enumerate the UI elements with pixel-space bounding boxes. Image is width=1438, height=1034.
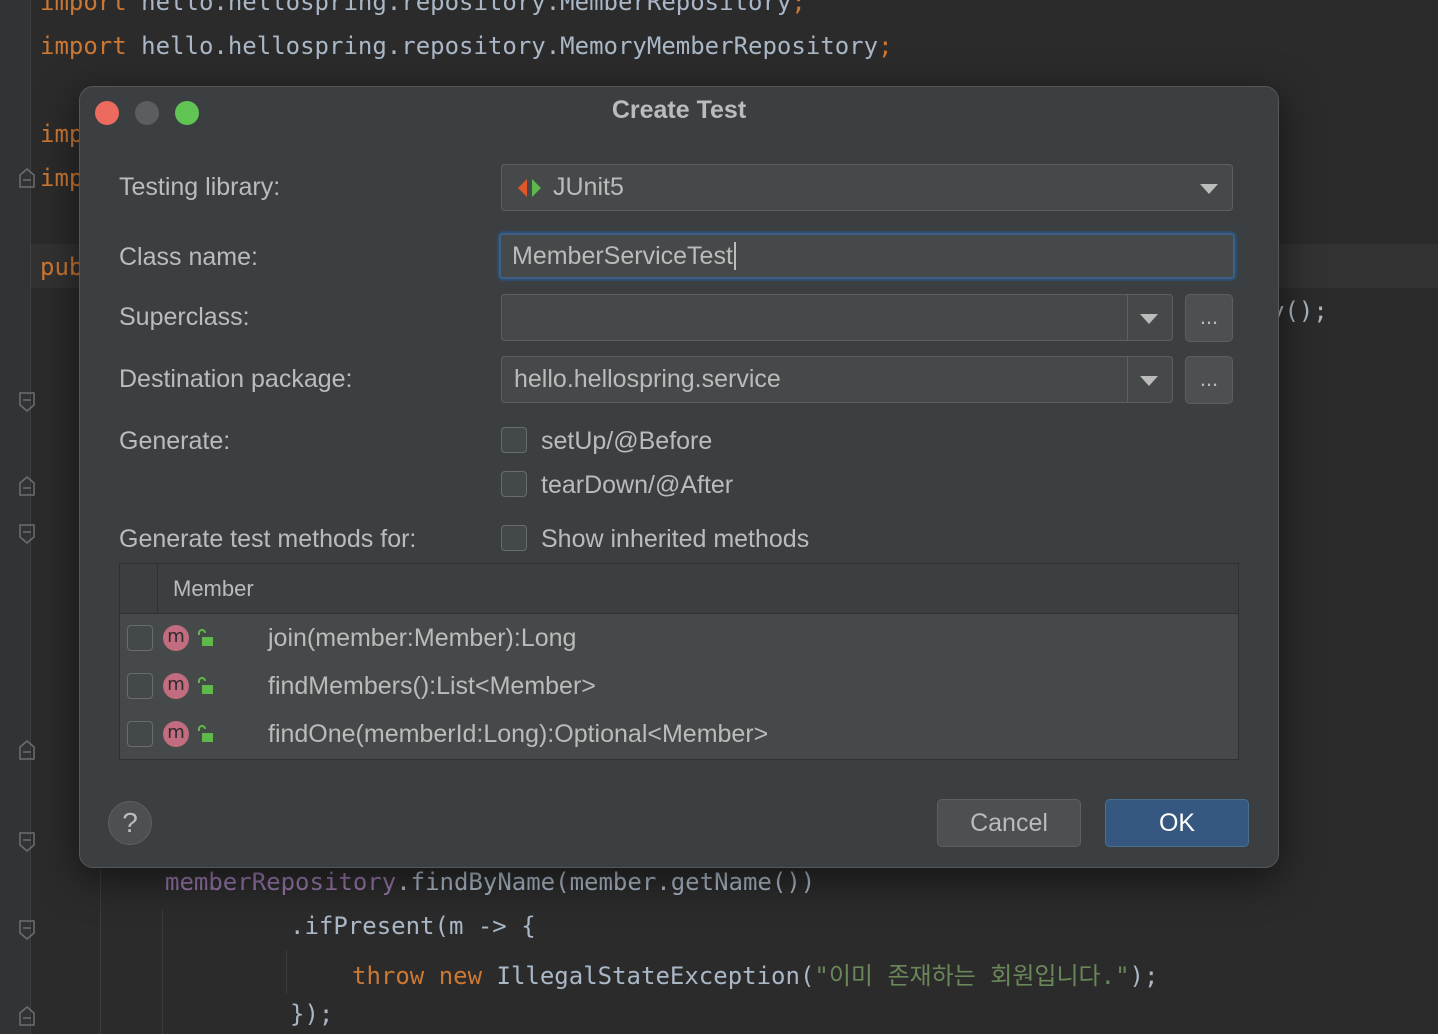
indent-guide [286,950,287,994]
gutter-divider [30,0,31,1034]
public-lock-icon [196,629,214,647]
text-caret [733,242,736,270]
method-icon: m [163,625,189,651]
fold-end-icon[interactable] [19,740,35,760]
public-lock-icon [196,725,214,743]
indent-guide [162,910,163,1034]
cancel-button[interactable]: Cancel [937,799,1081,847]
show-inherited-label[interactable]: Show inherited methods [541,525,809,554]
destination-package-combo[interactable]: hello.hellospring.service [501,356,1173,403]
table-row[interactable]: m findMembers():List<Member> [120,662,1238,710]
generate-label: Generate: [119,427,231,455]
code-line-close: }); [290,1000,334,1028]
code-line-import-3: imp [40,120,84,148]
class-name-value: MemberServiceTest [512,241,733,270]
class-name-input[interactable]: MemberServiceTest [499,233,1235,279]
method-icon: m [163,673,189,699]
code-line-import-1: import hello.hellospring.repository.Memb… [40,0,806,16]
fold-end-icon[interactable] [19,168,35,188]
fold-start-icon[interactable] [19,524,35,544]
code-line-import-2: import hello.hellospring.repository.Memo… [40,32,893,60]
combo-divider [1127,357,1128,402]
table-row[interactable]: m join(member:Member):Long [120,614,1238,662]
setup-checkbox-label[interactable]: setUp/@Before [541,427,712,456]
create-test-dialog: Create Test Testing library: JUnit5 Clas… [79,86,1279,868]
teardown-checkbox-label[interactable]: tearDown/@After [541,471,733,500]
fold-start-icon[interactable] [19,832,35,852]
method-signature: findOne(memberId:Long):Optional<Member> [268,719,769,748]
superclass-browse-button[interactable]: ... [1185,294,1233,342]
class-name-label: Class name: [119,243,258,271]
superclass-combo[interactable] [501,294,1173,341]
chevron-down-icon [1200,183,1218,194]
ok-button[interactable]: OK [1105,799,1249,847]
show-inherited-checkbox[interactable] [501,525,527,551]
table-header: Member [120,564,1238,614]
fold-end-icon[interactable] [19,1006,35,1026]
destination-package-browse-button[interactable]: ... [1185,356,1233,404]
code-line-find-by-name: memberRepository.findByName(member.getNa… [165,868,816,896]
help-button[interactable]: ? [108,801,152,845]
chevron-down-icon[interactable] [1140,313,1158,324]
column-divider [157,564,158,613]
destination-package-label: Destination package: [119,365,353,393]
table-row[interactable]: m findOne(memberId:Long):Optional<Member… [120,710,1238,758]
methods-for-label: Generate test methods for: [119,525,417,553]
fold-end-icon[interactable] [19,476,35,496]
teardown-checkbox[interactable] [501,471,527,497]
setup-checkbox[interactable] [501,427,527,453]
members-table: Member m join(member:Member):Long m find… [119,563,1239,760]
method-icon: m [163,721,189,747]
fold-start-icon[interactable] [19,920,35,940]
dialog-title: Create Test [611,96,747,124]
code-line-class-decl: pub [40,253,84,281]
row-checkbox[interactable] [127,625,153,651]
code-line-if-present: .ifPresent(m -> { [290,912,536,940]
testing-library-label: Testing library: [119,173,281,201]
editor-gutter [0,0,30,1034]
row-checkbox[interactable] [127,673,153,699]
row-checkbox[interactable] [127,721,153,747]
code-line-throw: throw new IllegalStateException("이미 존재하는… [352,962,1159,990]
code-line-import-4: imp [40,164,84,192]
combo-divider [1127,295,1128,340]
member-column-header[interactable]: Member [173,564,254,613]
method-signature: findMembers():List<Member> [268,671,596,700]
junit-icon [517,178,543,203]
testing-library-value: JUnit5 [553,173,624,201]
indent-guide [100,866,101,1034]
chevron-down-icon[interactable] [1140,375,1158,386]
testing-library-select[interactable]: JUnit5 [501,164,1233,211]
fold-start-icon[interactable] [19,392,35,412]
public-lock-icon [196,677,214,695]
method-signature: join(member:Member):Long [268,623,577,652]
destination-package-value: hello.hellospring.service [514,365,781,393]
superclass-label: Superclass: [119,303,250,331]
